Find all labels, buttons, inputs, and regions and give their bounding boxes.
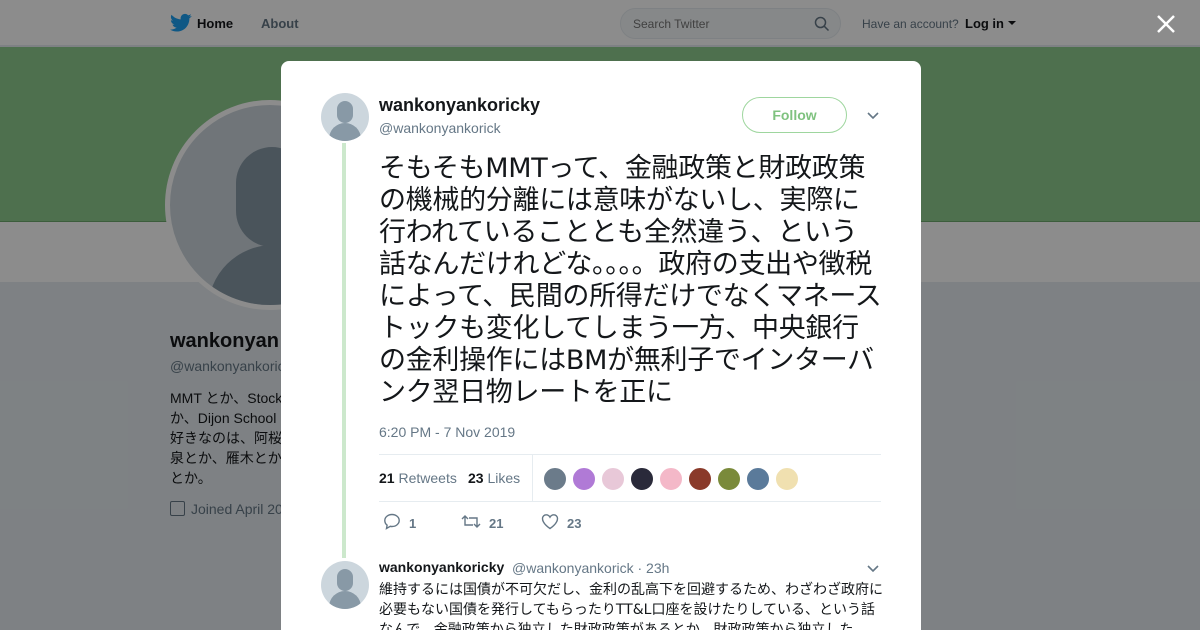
reply-author-name[interactable]: wankonyankoricky [379,559,504,575]
thread-line [342,143,346,558]
like-action-count: 23 [567,516,582,531]
heart-icon [541,514,559,530]
liker-avatar[interactable] [688,467,712,491]
retweet-icon [461,515,481,528]
reply-count: 1 [409,516,417,531]
tweet-actions: 1 21 23 [379,511,679,535]
tweet-stats: 21 Retweets 23 Likes [379,454,881,502]
reply-chevron-down-icon[interactable] [867,565,879,573]
reply-icon [384,513,400,530]
follow-button[interactable]: Follow [742,97,847,133]
reply-meta[interactable]: @wankonyankorick · 23h [512,560,669,576]
liker-avatar[interactable] [717,467,741,491]
tweet-modal: wankonyankoricky @wankonyankorick Follow… [281,61,921,630]
tweet-author-handle[interactable]: @wankonyankorick [379,120,501,136]
chevron-down-icon[interactable] [867,112,879,120]
tweet-timestamp[interactable]: 6:20 PM - 7 Nov 2019 [379,424,515,440]
liker-avatar[interactable] [543,467,567,491]
reply-text: 維持するには国債が不可欠だし、金利の乱高下を回避するため、わざわざ政府に必要もな… [379,582,883,630]
liker-avatar[interactable] [572,467,596,491]
close-icon[interactable] [1155,13,1177,35]
likes-count: 23 [468,470,484,486]
tweet-text: そもそもMMTって、金融政策と財政政策の機械的分離には意味がないし、実際に行われ… [379,153,882,408]
retweet-action-count: 21 [489,516,504,531]
likes-label: Likes [487,470,521,486]
liker-avatar[interactable] [659,467,683,491]
retweet-stat[interactable]: 21 Retweets [379,470,457,486]
tweet-author-name[interactable]: wankonyankoricky [379,95,540,116]
liker-avatar[interactable] [746,467,770,491]
tweet-author-avatar[interactable] [321,93,369,141]
stats-divider [532,455,533,502]
retweets-label: Retweets [398,470,457,486]
reply-author-avatar[interactable] [321,561,369,609]
retweets-count: 21 [379,470,395,486]
likes-stat[interactable]: 23 Likes [468,470,520,486]
liker-avatar[interactable] [630,467,654,491]
liker-avatar[interactable] [601,467,625,491]
liker-avatar[interactable] [775,467,799,491]
